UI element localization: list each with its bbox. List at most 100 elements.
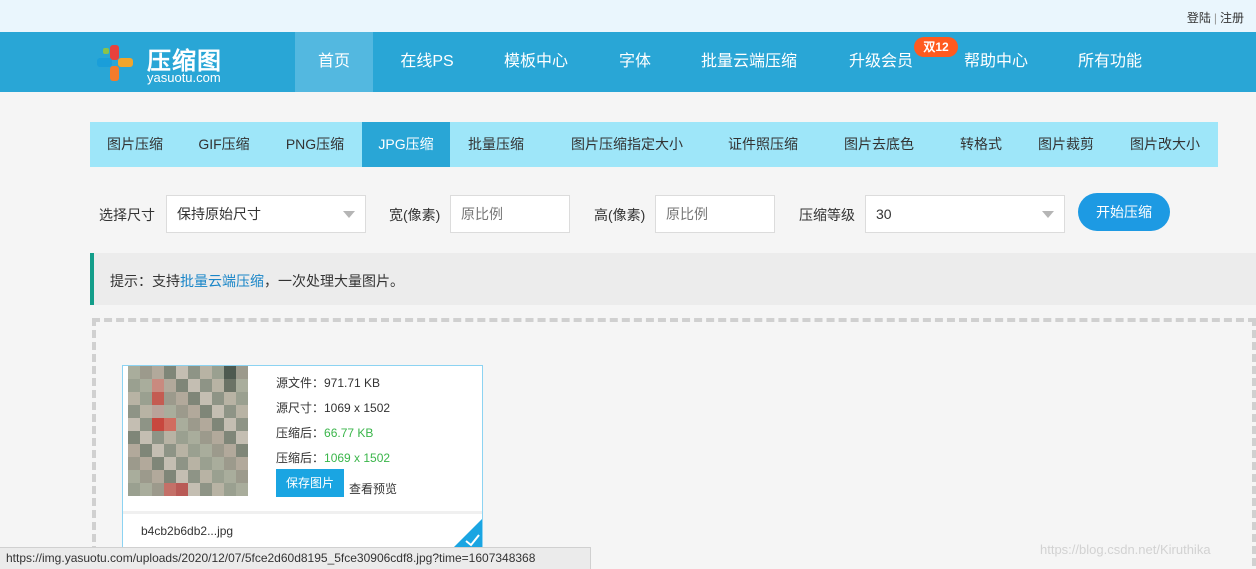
thumb-pixel (176, 483, 188, 496)
thumb-pixel (152, 418, 164, 431)
thumb-pixel (200, 457, 212, 470)
thumb-pixel (236, 379, 248, 392)
thumb-pixel (176, 418, 188, 431)
cross-logo-icon (97, 45, 133, 81)
nav-item-fonts[interactable]: 字体 (605, 32, 665, 92)
level-select-value: 30 (876, 206, 892, 222)
thumb-pixel (128, 470, 140, 483)
thumb-pixel (140, 379, 152, 392)
size-select[interactable]: 保持原始尺寸 (166, 195, 366, 233)
thumb-pixel (188, 470, 200, 483)
login-link[interactable]: 登陆 (1187, 11, 1211, 25)
tab-crop[interactable]: 图片裁剪 (1030, 122, 1102, 167)
tip-text: 提示：支持批量云端压缩，一次处理大量图片。 (110, 271, 404, 291)
thumb-pixel (200, 366, 212, 379)
chevron-down-icon (1042, 211, 1054, 218)
card-divider (123, 511, 482, 514)
nav-item-online-ps[interactable]: 在线PS (388, 32, 466, 92)
thumb-pixel (212, 483, 224, 496)
logo-domain: yasuotu.com (147, 70, 221, 85)
site-logo[interactable]: 压缩图 yasuotu.com (95, 41, 245, 85)
tab-resize[interactable]: 图片改大小 (1122, 122, 1208, 167)
thumb-pixel (176, 366, 188, 379)
thumb-pixel (224, 379, 236, 392)
thumb-pixel (188, 431, 200, 444)
tab-jpg-compress[interactable]: JPG压缩 (362, 122, 450, 167)
compressed-dimensions-label: 压缩后： (276, 451, 325, 465)
thumb-pixel (188, 392, 200, 405)
thumb-pixel (224, 431, 236, 444)
tab-remove-bg[interactable]: 图片去底色 (830, 122, 928, 167)
height-input[interactable] (655, 195, 775, 233)
thumb-pixel (236, 366, 248, 379)
height-label: 高(像素) (594, 207, 646, 223)
nav-item-batch-cloud[interactable]: 批量云端压缩 (690, 32, 808, 92)
tab-png-compress[interactable]: PNG压缩 (268, 122, 362, 167)
thumb-pixel (212, 418, 224, 431)
thumb-pixel (128, 444, 140, 457)
compressed-dimensions-value: 1069 x 1502 (324, 451, 391, 465)
browser-status-url: https://img.yasuotu.com/uploads/2020/12/… (0, 547, 591, 569)
nav-item-help[interactable]: 帮助中心 (952, 32, 1040, 92)
register-link[interactable]: 注册 (1220, 11, 1244, 25)
thumb-pixel (224, 418, 236, 431)
tip-batch-link[interactable]: 批量云端压缩 (180, 273, 264, 289)
thumb-pixel (200, 418, 212, 431)
thumb-pixel (140, 431, 152, 444)
view-preview-link[interactable]: 查看预览 (349, 480, 397, 497)
nav-item-upgrade[interactable]: 升级会员 (836, 32, 926, 92)
pixelated-preview (128, 366, 248, 496)
tab-batch-compress[interactable]: 批量压缩 (450, 122, 542, 167)
compressed-size-value: 66.77 KB (324, 426, 374, 440)
tab-id-photo-compress[interactable]: 证件照压缩 (716, 122, 810, 167)
tip-banner: 提示：支持批量云端压缩，一次处理大量图片。 (90, 253, 1256, 305)
nav-item-all-features[interactable]: 所有功能 (1066, 32, 1154, 92)
tab-gif-compress[interactable]: GIF压缩 (180, 122, 268, 167)
thumb-pixel (140, 470, 152, 483)
auth-separator: | (1213, 11, 1217, 25)
thumb-pixel (164, 444, 176, 457)
tab-image-compress[interactable]: 图片压缩 (90, 122, 180, 167)
thumb-pixel (152, 405, 164, 418)
start-compress-button[interactable]: 开始压缩 (1078, 193, 1170, 231)
thumb-pixel (188, 405, 200, 418)
thumb-pixel (188, 444, 200, 457)
thumb-pixel (188, 457, 200, 470)
thumb-pixel (200, 379, 212, 392)
thumb-pixel (128, 431, 140, 444)
thumb-pixel (212, 431, 224, 444)
thumb-pixel (152, 444, 164, 457)
nav-item-templates[interactable]: 模板中心 (492, 32, 580, 92)
size-label: 选择尺寸 (99, 207, 155, 223)
thumb-pixel (236, 431, 248, 444)
width-input[interactable] (450, 195, 570, 233)
thumb-pixel (188, 483, 200, 496)
thumb-pixel (164, 457, 176, 470)
save-image-button[interactable]: 保存图片 (276, 469, 344, 497)
top-utility-bar: 登陆 | 注册 (0, 0, 1256, 32)
thumb-pixel (224, 405, 236, 418)
thumb-pixel (200, 392, 212, 405)
tab-convert-format[interactable]: 转格式 (948, 122, 1014, 167)
source-file-size: 源文件：971.71 KB (276, 376, 381, 390)
thumb-pixel (176, 405, 188, 418)
thumb-pixel (164, 418, 176, 431)
size-select-value: 保持原始尺寸 (177, 206, 261, 222)
nav-item-home[interactable]: 首页 (295, 32, 373, 92)
thumb-pixel (164, 392, 176, 405)
tip-suffix: ，一次处理大量图片。 (264, 273, 404, 289)
thumb-pixel (236, 392, 248, 405)
level-select[interactable]: 30 (865, 195, 1065, 233)
thumb-pixel (152, 483, 164, 496)
tab-compress-to-size[interactable]: 图片压缩指定大小 (552, 122, 702, 167)
image-thumbnail[interactable] (123, 366, 257, 498)
thumb-pixel (176, 431, 188, 444)
level-label: 压缩等级 (799, 207, 855, 223)
check-corner-icon (452, 519, 482, 549)
thumb-pixel (176, 444, 188, 457)
thumb-pixel (140, 392, 152, 405)
thumb-pixel (164, 470, 176, 483)
thumb-pixel (164, 483, 176, 496)
compressed-size: 压缩后：66.77 KB (276, 424, 373, 441)
thumb-pixel (212, 457, 224, 470)
